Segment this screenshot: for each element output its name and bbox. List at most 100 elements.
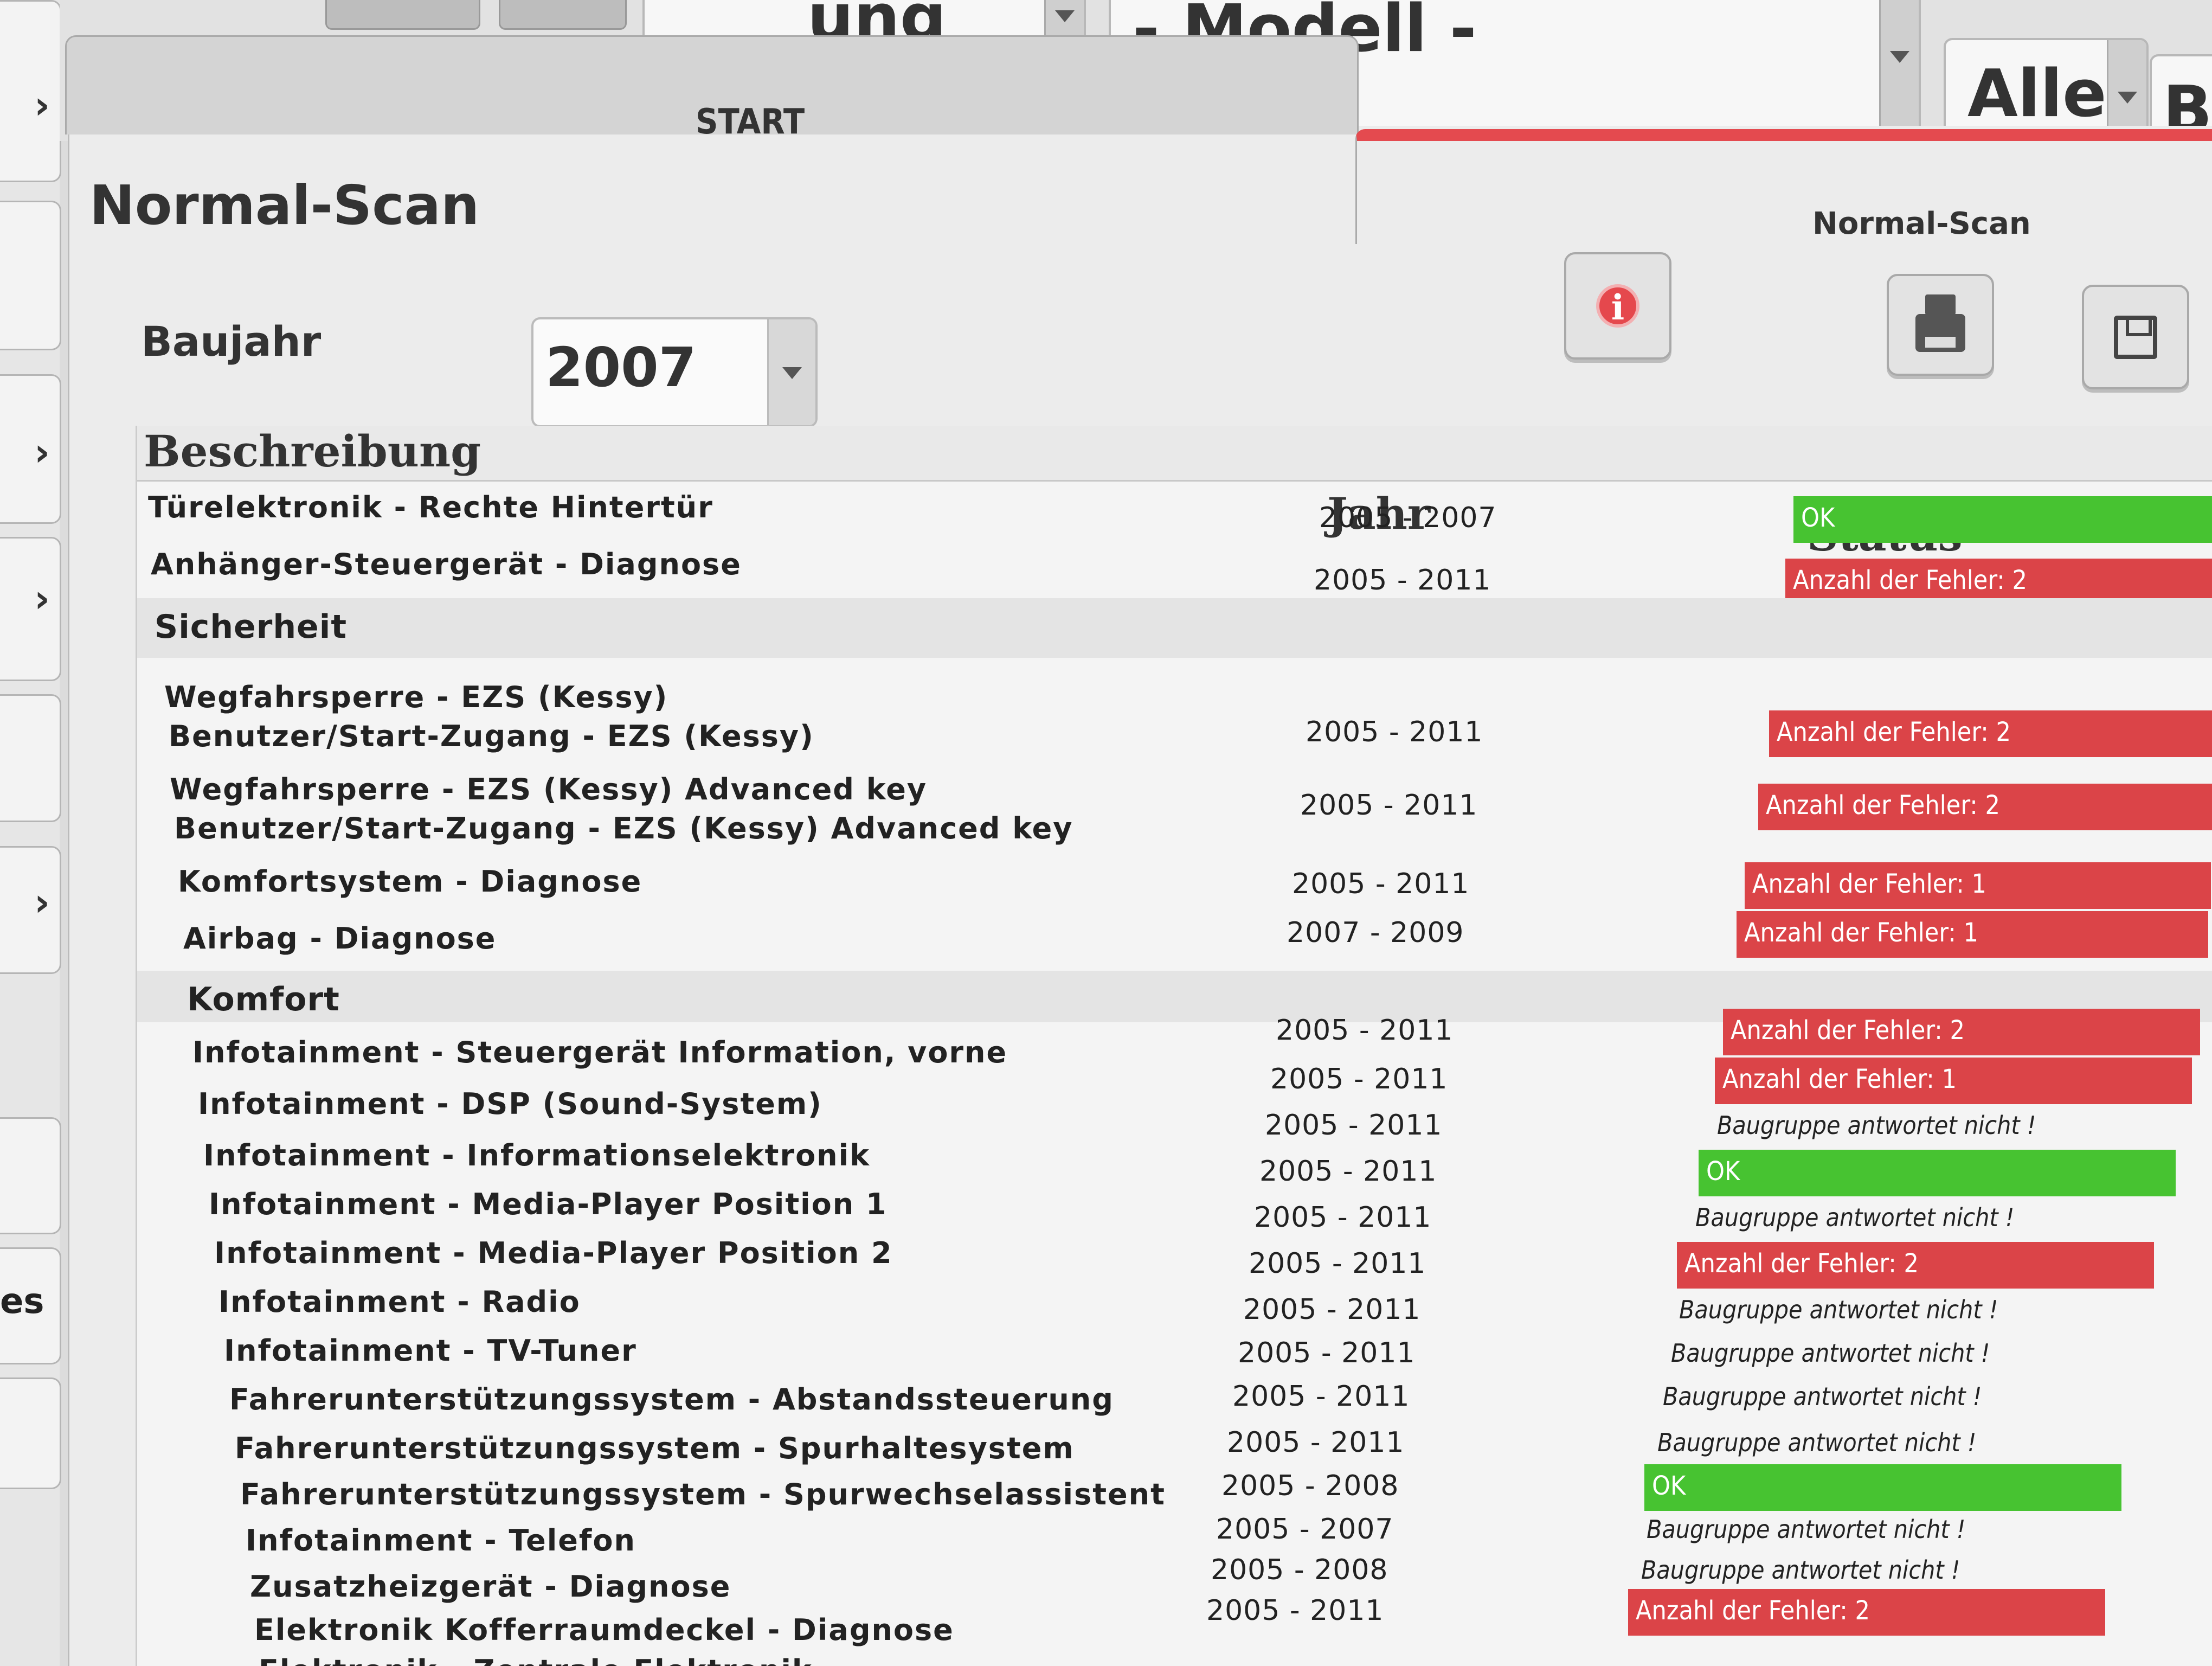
row-year: 2005 - 2008 (1221, 1470, 1399, 1502)
row-status-badge: Anzahl der Fehler: 2 (1769, 710, 2212, 757)
row-year: 2005 - 2011 (1238, 1337, 1416, 1369)
row-year: 2005 - 2011 (1265, 1109, 1443, 1142)
chevron-down-icon (1055, 10, 1075, 22)
row-year: 2005 - 2011 (1249, 1247, 1426, 1280)
row-year: 2005 - 2011 (1254, 1201, 1432, 1234)
row-status-badge: OK (1793, 496, 2212, 543)
row-year: 2005 - 2011 (1243, 1293, 1421, 1326)
tab-normal-scan[interactable]: Normal-Scan (1355, 129, 2212, 244)
sidebar-button-1[interactable]: › (0, 0, 61, 182)
row-status-badge: Anzahl der Fehler: 1 (1715, 1058, 2192, 1104)
row-year: 2005 - 2011 (1270, 1063, 1448, 1095)
row-status-badge: Anzahl der Fehler: 1 (1745, 862, 2211, 909)
row-description: Wegfahrsperre - EZS (Kessy) (164, 680, 668, 714)
chevron-right-icon: › (34, 576, 50, 621)
row-year: 2007 - 2009 (1287, 917, 1464, 949)
row-year: 2005 - 2011 (1259, 1155, 1437, 1188)
row-description: Komfortsystem - Diagnose (178, 864, 642, 899)
row-year: 2005 - 2011 (1314, 564, 1491, 597)
row-year: 2005 - 2011 (1292, 868, 1470, 900)
save-button[interactable] (2082, 285, 2189, 389)
sidebar-button-8[interactable]: es (0, 1247, 61, 1364)
sidebar-button-3[interactable]: › (0, 374, 61, 524)
row-status-badge: Anzahl der Fehler: 2 (1677, 1242, 2154, 1289)
row-status-badge: Anzahl der Fehler: 2 (1628, 1589, 2105, 1636)
row-description-secondary: Benutzer/Start-Zugang - EZS (Kessy) (169, 719, 814, 753)
tab-start-label: START (696, 102, 805, 142)
row-description: Türelektronik - Rechte Hintertür (148, 490, 713, 524)
tab-start[interactable]: START (65, 35, 1359, 142)
printer-icon (1915, 294, 1965, 352)
sidebar-button-6[interactable]: › (0, 846, 61, 974)
row-status-badge: Anzahl der Fehler: 2 (1723, 1009, 2200, 1055)
chevron-right-icon: › (34, 880, 50, 925)
row-year: 2005 - 2007 (1216, 1513, 1394, 1546)
row-year: 2005 - 2011 (1276, 1014, 1454, 1047)
row-year: 2005 - 2011 (1232, 1380, 1410, 1413)
row-description: Zusatzheizgerät - Diagnose (250, 1569, 731, 1604)
year-select[interactable]: 2007 (531, 317, 818, 427)
top-button-1[interactable] (325, 0, 480, 30)
column-header-description[interactable]: Beschreibung (144, 426, 481, 477)
row-description: Elektronik Kofferraumdeckel - Diagnose (254, 1613, 954, 1647)
sidebar-partial-label: es (0, 1281, 44, 1322)
row-description: Elektronik - Zentrale Elektronik (259, 1654, 813, 1666)
row-description: Wegfahrsperre - EZS (Kessy) Advanced key (170, 772, 928, 806)
year-select-dropdown[interactable] (767, 319, 815, 425)
chevron-right-icon: › (34, 83, 50, 127)
row-description: Infotainment - Telefon (246, 1523, 636, 1558)
row-description: Infotainment - DSP (Sound-System) (198, 1087, 822, 1121)
row-status-badge: Anzahl der Fehler: 2 (1758, 784, 2212, 830)
chevron-down-icon (782, 367, 802, 379)
row-year: 2005 - 2011 (1206, 1594, 1384, 1627)
row-description: Infotainment - Informationselektronik (203, 1138, 871, 1172)
year-select-value: 2007 (545, 336, 697, 399)
row-status-badge: Baugruppe antwortet nicht ! (1663, 1382, 1982, 1411)
row-description: Infotainment - Radio (218, 1285, 581, 1319)
section-label: Komfort (187, 981, 340, 1018)
row-status-badge: Baugruppe antwortet nicht ! (1695, 1203, 2015, 1232)
row-description: Airbag - Diagnose (183, 921, 497, 956)
sidebar-button-5[interactable] (0, 694, 61, 822)
top-button-2[interactable] (499, 0, 627, 30)
scan-results-table: Beschreibung Jahr Status Türelektronik -… (136, 426, 2212, 1666)
section-row: Sicherheit (137, 598, 2212, 658)
sidebar-button-2[interactable] (0, 201, 61, 350)
sidebar-button-9[interactable] (0, 1377, 61, 1489)
info-button[interactable]: i (1564, 252, 1671, 360)
print-button[interactable] (1887, 274, 1994, 376)
left-sidebar: › › › › es (0, 0, 61, 1666)
sidebar-button-4[interactable]: › (0, 537, 61, 681)
tab-normal-scan-label: Normal-Scan (1812, 206, 2031, 241)
row-status-badge: Baugruppe antwortet nicht ! (1647, 1515, 1966, 1544)
year-label: Baujahr (141, 317, 321, 366)
chevron-down-icon (2118, 92, 2137, 104)
row-status-badge: Baugruppe antwortet nicht ! (1717, 1111, 2036, 1140)
row-year: 2005 - 2011 (1227, 1426, 1405, 1459)
row-description: Fahrerunterstützungssystem - Spurwechsel… (240, 1477, 1166, 1511)
row-status-badge: Baugruppe antwortet nicht ! (1657, 1428, 1977, 1457)
page-title: Normal-Scan (89, 174, 480, 237)
row-status-badge: Baugruppe antwortet nicht ! (1679, 1295, 1998, 1324)
row-status-badge: Anzahl der Fehler: 1 (1737, 911, 2208, 958)
row-description: Anhänger-Steuergerät - Diagnose (151, 547, 742, 581)
row-description: Infotainment - Steuergerät Information, … (192, 1035, 1008, 1069)
table-row[interactable]: Elektronik - Zentrale Elektronik (137, 1646, 2212, 1666)
row-description-secondary: Benutzer/Start-Zugang - EZS (Kessy) Adva… (174, 811, 1073, 845)
row-year: 2005 - 2011 (1300, 789, 1478, 822)
row-description: Fahrerunterstützungssystem - Spurhaltesy… (235, 1431, 1075, 1465)
row-status-badge: Baugruppe antwortet nicht ! (1671, 1338, 1990, 1368)
row-year: 2005 - 2007 (1319, 502, 1497, 534)
model-select-dropdown[interactable] (1879, 0, 1919, 143)
row-description: Infotainment - TV-Tuner (224, 1334, 637, 1368)
row-year: 2005 - 2008 (1211, 1554, 1388, 1586)
row-description: Fahrerunterstützungssystem - Abstandsste… (229, 1382, 1114, 1417)
section-label: Sicherheit (155, 608, 347, 646)
filter-select-value: Alle (1967, 56, 2107, 132)
sidebar-button-7[interactable] (0, 1117, 61, 1234)
row-year: 2005 - 2011 (1306, 716, 1483, 748)
row-status-badge: Baugruppe antwortet nicht ! (1641, 1555, 1960, 1585)
info-icon: i (1596, 284, 1639, 328)
row-description: Infotainment - Media-Player Position 2 (214, 1236, 893, 1270)
floppy-disk-icon (2114, 315, 2157, 359)
